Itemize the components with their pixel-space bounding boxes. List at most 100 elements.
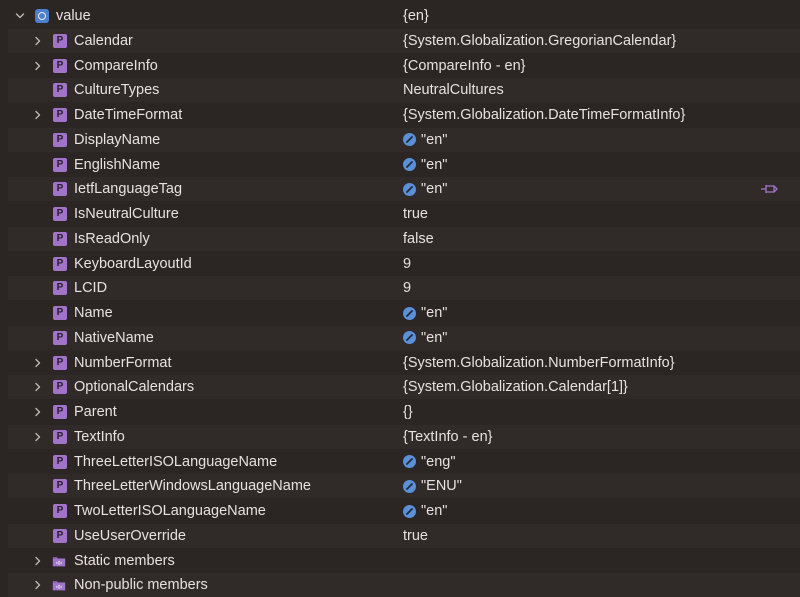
folder-group-icon (52, 578, 66, 592)
property-icon: P (53, 429, 67, 444)
property-icon: P (53, 108, 67, 122)
property-name: Name (74, 305, 113, 321)
property-value-text: true (403, 206, 428, 222)
property-value: 9 (403, 252, 411, 276)
property-value-text: true (403, 527, 428, 544)
property-value-text: NeutralCultures (403, 82, 504, 99)
chevron-right-icon[interactable] (31, 356, 45, 370)
property-value-text: "en" (421, 503, 448, 519)
chevron-down-icon[interactable] (13, 9, 27, 23)
property-icon: P (53, 58, 67, 73)
property-value: {CompareInfo - en} (403, 54, 526, 78)
property-name: IsNeutralCulture (74, 206, 179, 222)
property-value: {System.Globalization.GregorianCalendar} (403, 29, 676, 53)
property-row[interactable]: P CompareInfo {CompareInfo - en} (0, 54, 800, 78)
property-row[interactable]: P CultureTypes NeutralCultures (0, 78, 800, 103)
chevron-right-icon[interactable] (31, 578, 45, 592)
property-row[interactable]: P OptionalCalendars {System.Globalization.… (0, 375, 800, 400)
property-icon: P (53, 157, 67, 172)
property-row[interactable]: P Calendar {System.Globalization.Gregorian… (0, 28, 800, 53)
property-value-text: {TextInfo - en} (403, 428, 493, 445)
tree-row-root[interactable]: value {en} (0, 4, 800, 28)
property-row[interactable]: P IsReadOnly false (0, 226, 800, 251)
property-row[interactable]: P ThreeLetterISOLanguageName "eng" (0, 450, 800, 474)
chevron-right-icon[interactable] (31, 430, 45, 444)
row-value: {en} (403, 8, 429, 24)
string-icon (403, 306, 416, 320)
property-value-text: {CompareInfo - en} (403, 57, 526, 74)
property-row[interactable]: P TwoLetterISOLanguageName "en" (0, 499, 800, 523)
property-value: {TextInfo - en} (403, 425, 492, 449)
property-value: 9 (403, 276, 411, 300)
property-row[interactable]: P EnglishName "en" (0, 153, 800, 177)
property-row[interactable]: P KeyboardLayoutId 9 (0, 252, 800, 276)
property-row[interactable]: P NumberFormat {System.Globalization.Numbe… (0, 351, 800, 375)
property-row[interactable]: P UseUserOverride true (0, 523, 800, 548)
property-value: "en" (403, 153, 447, 177)
property-row[interactable]: P DateTimeFormat {System.Globalization.Dat… (0, 103, 800, 127)
chevron-right-icon[interactable] (31, 554, 45, 568)
property-name: DateTimeFormat (74, 107, 183, 123)
property-row[interactable]: P LCID 9 (0, 276, 800, 301)
property-icon: P (53, 281, 67, 296)
property-value-text: {} (403, 404, 413, 420)
property-value-text: "eng" (421, 453, 456, 470)
property-value-text: false (403, 230, 434, 247)
property-value-text: {System.Globalization.GregorianCalendar} (403, 32, 677, 49)
property-icon: P (53, 207, 67, 221)
property-name: LCID (74, 280, 108, 297)
property-value-text: "ENU" (421, 478, 462, 495)
property-value: "en" (403, 326, 447, 350)
property-value-text: "en" (421, 156, 448, 173)
property-name: KeyboardLayoutId (74, 255, 192, 272)
property-name: NativeName (74, 329, 154, 346)
property-icon: P (53, 528, 67, 543)
property-value-text: 9 (403, 280, 412, 297)
property-value-text: "en" (421, 181, 448, 198)
property-icon: P (53, 479, 67, 494)
property-name: EnglishName (74, 156, 161, 173)
string-icon (403, 479, 416, 493)
property-value: "en" (403, 128, 447, 152)
property-row[interactable]: P Name "en" (0, 301, 800, 325)
property-row[interactable]: P DisplayName "en" (0, 127, 800, 152)
property-row[interactable]: P NativeName "en" (0, 325, 800, 350)
property-value: {System.Globalization.NumberFormatInfo} (403, 351, 675, 375)
property-value: "eng" (403, 450, 456, 474)
property-value: {System.Globalization.DateTimeFormatInfo… (403, 103, 685, 127)
non-public-members-row[interactable]: Non-public members (0, 573, 800, 597)
chevron-right-icon[interactable] (31, 34, 45, 48)
variables-tree: value {en} P Calendar {System.Globalization.… (0, 0, 800, 597)
object-icon (35, 9, 49, 23)
property-value-text: {System.Globalization.DateTimeFormatInfo… (403, 107, 686, 123)
property-name: TwoLetterISOLanguageName (74, 503, 266, 519)
group-name: Non-public members (74, 577, 208, 594)
property-value: "ENU" (403, 474, 462, 498)
property-value: true (403, 202, 428, 226)
property-row[interactable]: P IsNeutralCulture true (0, 202, 800, 226)
property-value: "en" (403, 499, 447, 523)
property-name: TextInfo (74, 428, 125, 445)
property-icon: P (53, 231, 67, 246)
chevron-right-icon[interactable] (31, 380, 45, 394)
property-row[interactable]: P IetfLanguageTag "en" (0, 177, 800, 202)
property-name: ThreeLetterWindowsLanguageName (74, 478, 311, 495)
property-icon: P (53, 182, 67, 197)
property-name: IetfLanguageTag (74, 181, 183, 198)
property-icon: P (53, 380, 67, 395)
property-icon: P (53, 454, 67, 469)
chevron-right-icon[interactable] (31, 59, 45, 73)
property-icon: P (53, 405, 67, 419)
property-icon: P (53, 355, 67, 370)
property-row[interactable]: P TextInfo {TextInfo - en} (0, 424, 800, 449)
static-members-row[interactable]: Static members (0, 549, 800, 573)
pin-icon[interactable] (760, 182, 780, 196)
property-name: UseUserOverride (74, 527, 186, 544)
chevron-right-icon[interactable] (31, 108, 45, 122)
property-value: "en" (403, 301, 447, 325)
property-name: ThreeLetterISOLanguageName (74, 453, 278, 470)
property-row[interactable]: P ThreeLetterWindowsLanguageName "ENU" (0, 474, 800, 499)
chevron-right-icon[interactable] (31, 405, 45, 419)
property-row[interactable]: P Parent {} (0, 400, 800, 424)
property-value: false (403, 227, 434, 251)
